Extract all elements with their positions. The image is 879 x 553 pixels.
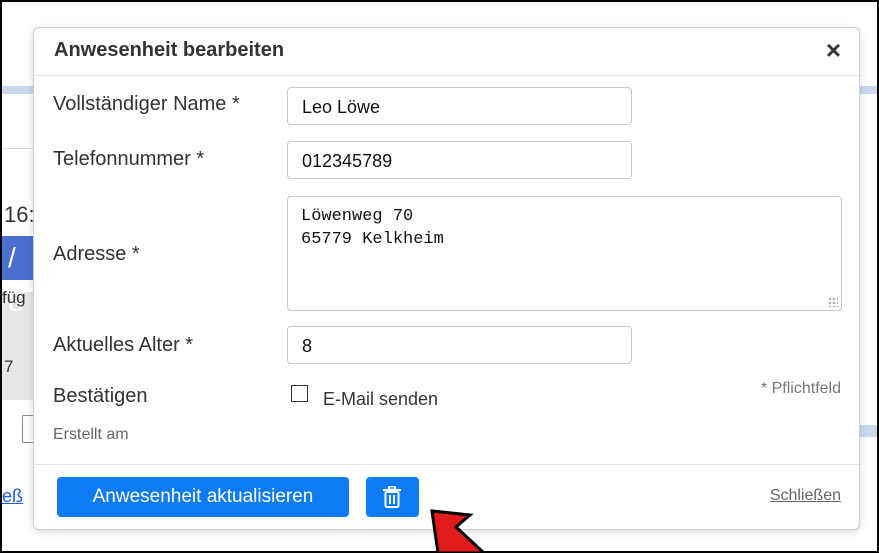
address-line: 65779 Kelkheim xyxy=(301,230,444,249)
dialog-title: Anwesenheit bearbeiten xyxy=(54,39,285,61)
background-band xyxy=(2,86,34,94)
background-band xyxy=(860,425,877,437)
background-text: 16: xyxy=(4,202,35,227)
phone-input[interactable]: 012345789 xyxy=(287,141,632,179)
age-label: Aktuelles Alter * xyxy=(53,334,194,356)
email-checkbox[interactable] xyxy=(291,385,308,402)
background-band xyxy=(860,86,877,94)
name-label: Vollständiger Name * xyxy=(53,93,240,115)
address-label: Adresse * xyxy=(53,243,140,265)
trash-icon xyxy=(383,486,401,508)
confirm-label: Bestätigen xyxy=(53,385,148,407)
edit-attendance-dialog: Anwesenheit bearbeiten × Vollständiger N… xyxy=(33,27,860,530)
background-highlight: / 8 xyxy=(2,236,36,317)
address-line: Löwenweg 70 xyxy=(301,207,414,226)
close-link[interactable]: Schließen xyxy=(770,487,841,505)
phone-label: Telefonnummer * xyxy=(53,148,205,170)
resize-handle-icon[interactable] xyxy=(828,297,838,307)
full-name-input[interactable]: Leo Löwe xyxy=(287,87,632,125)
address-textarea[interactable]: Löwenweg 70 65779 Kelkheim xyxy=(287,196,842,311)
email-checkbox-label[interactable]: E-Mail senden xyxy=(323,389,438,410)
background-link[interactable]: eß xyxy=(2,486,23,507)
background-text: 7 xyxy=(4,357,14,376)
close-icon[interactable]: × xyxy=(826,36,841,64)
created-at-label: Erstellt am xyxy=(53,426,129,443)
dialog-header: Anwesenheit bearbeiten × xyxy=(34,28,859,76)
red-arrow-icon xyxy=(430,509,487,553)
required-field-note: * Pflichtfeld xyxy=(760,380,841,397)
update-attendance-button[interactable]: Anwesenheit aktualisieren xyxy=(57,477,349,517)
background-text: füg xyxy=(2,288,26,307)
background-divider xyxy=(2,148,34,149)
age-input[interactable]: 8 xyxy=(287,326,632,364)
